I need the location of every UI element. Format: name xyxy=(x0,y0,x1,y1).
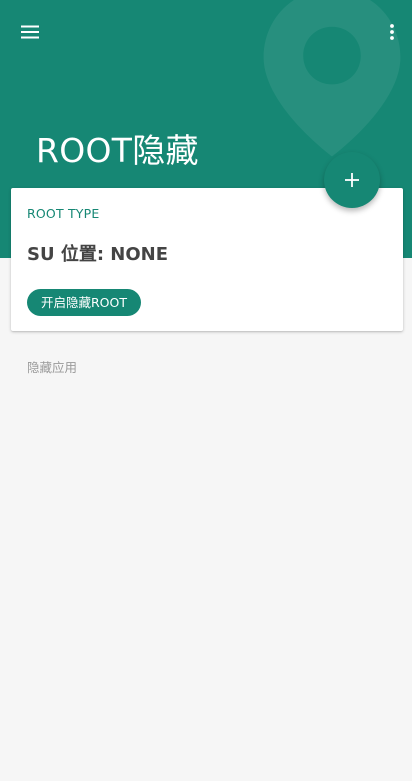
more-options-button[interactable] xyxy=(380,16,404,48)
enable-hide-root-button[interactable]: 开启隐藏ROOT xyxy=(27,289,141,316)
hidden-apps-section-label: 隐藏应用 xyxy=(27,360,78,375)
more-vertical-icon xyxy=(390,24,394,40)
app-screen: ROOT隐藏 ROOT TYPE SU 位置: NONE 开启隐藏ROOT 隐藏… xyxy=(0,0,412,781)
plus-icon xyxy=(345,173,359,187)
su-location-text: SU 位置: NONE xyxy=(27,244,169,265)
root-type-card: ROOT TYPE SU 位置: NONE 开启隐藏ROOT xyxy=(11,188,403,331)
menu-button[interactable] xyxy=(10,18,50,46)
page-title: ROOT隐藏 xyxy=(36,131,199,170)
add-app-fab[interactable] xyxy=(324,152,380,208)
hamburger-menu-icon xyxy=(21,25,39,39)
root-type-label: ROOT TYPE xyxy=(27,206,100,221)
